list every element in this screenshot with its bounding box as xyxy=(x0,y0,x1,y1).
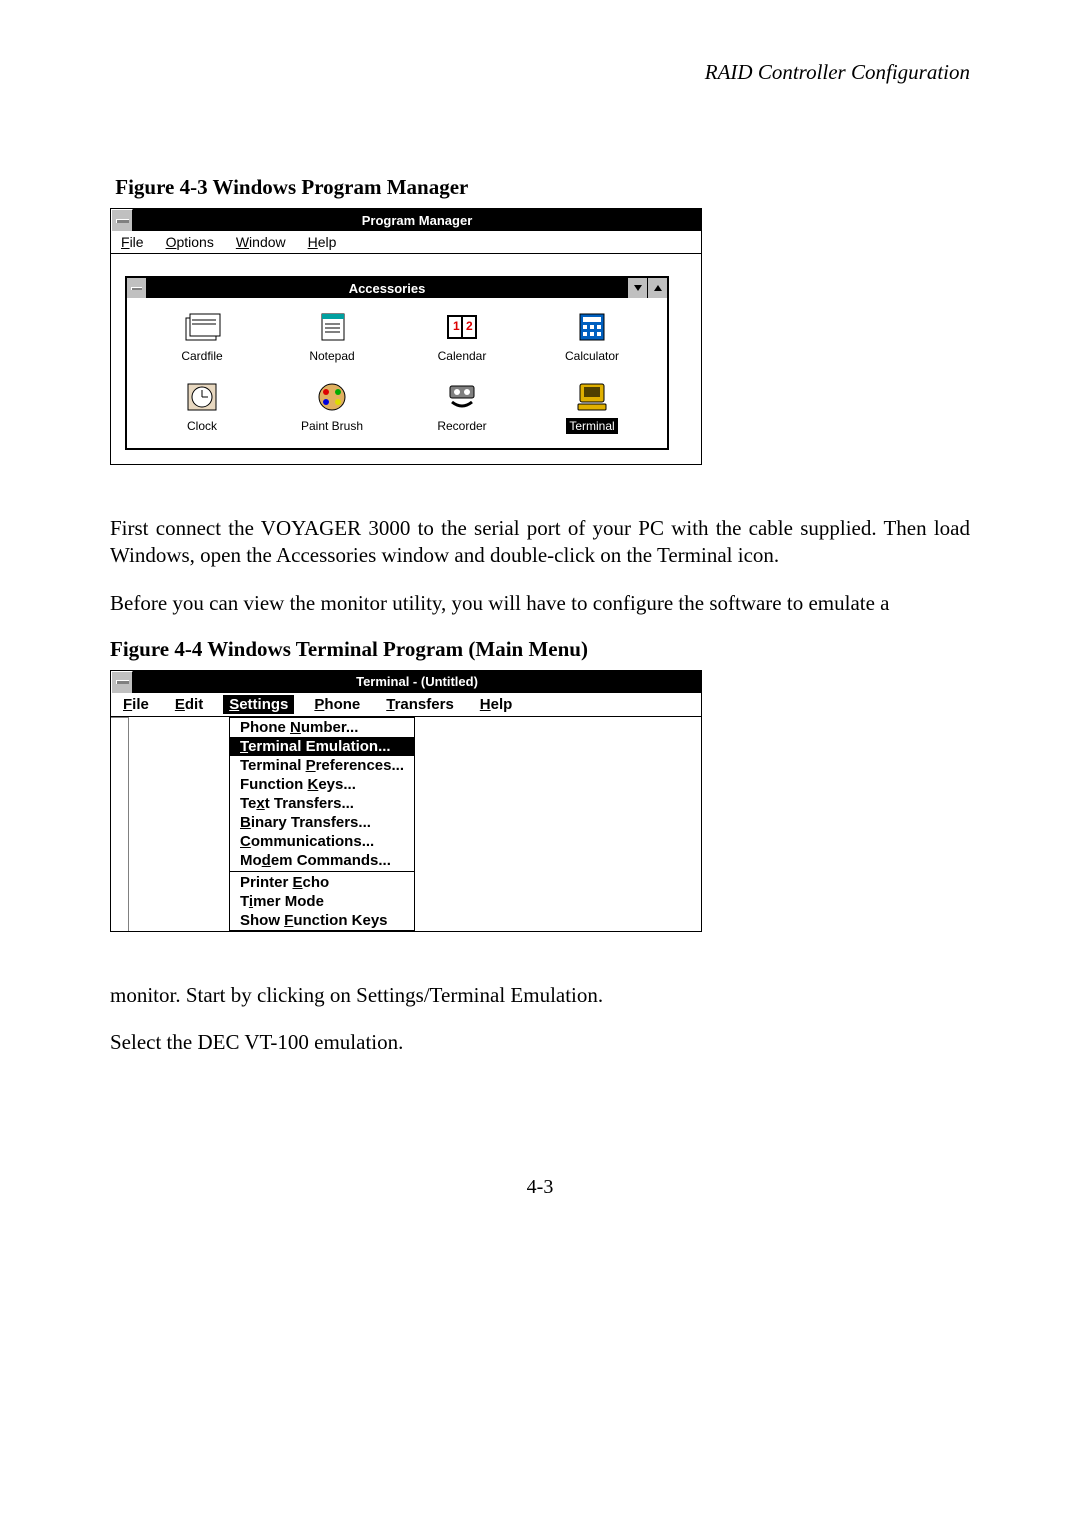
pm-system-menu-box[interactable] xyxy=(111,209,133,231)
clock-icon xyxy=(180,378,224,416)
paragraph-2: Before you can view the monitor utility,… xyxy=(110,590,970,617)
svg-text:1: 1 xyxy=(453,319,460,333)
acc-item-label: Clock xyxy=(184,418,220,434)
term-menu-file[interactable]: File xyxy=(117,695,155,714)
accessories-item-calendar[interactable]: 12 Calendar xyxy=(397,308,527,364)
settings-dropdown: Phone Number... Terminal Emulation... Te… xyxy=(229,717,415,931)
terminal-window: Terminal - (Untitled) File Edit Settings… xyxy=(110,670,702,932)
term-menu-phone[interactable]: Phone xyxy=(308,695,366,714)
dd-text-transfers[interactable]: Text Transfers... xyxy=(230,794,414,813)
pm-title: Program Manager xyxy=(133,213,701,228)
acc-title: Accessories xyxy=(147,281,627,296)
accessories-item-paint-brush[interactable]: Paint Brush xyxy=(267,378,397,434)
paint-brush-icon xyxy=(310,378,354,416)
calculator-icon xyxy=(570,308,614,346)
dd-show-function-keys[interactable]: Show Function Keys xyxy=(230,911,414,930)
accessories-item-cardfile[interactable]: Cardfile xyxy=(137,308,267,364)
pm-menu-options[interactable]: Options xyxy=(162,233,218,251)
notepad-icon xyxy=(310,308,354,346)
terminal-icon xyxy=(570,378,614,416)
program-manager-window: Program Manager File Options Window Help… xyxy=(110,208,702,465)
page-header-right: RAID Controller Configuration xyxy=(110,60,970,85)
dd-timer-mode[interactable]: Timer Mode xyxy=(230,892,414,911)
dd-modem-commands[interactable]: Modem Commands... xyxy=(230,851,414,870)
acc-item-label: Calendar xyxy=(435,348,490,364)
cardfile-icon xyxy=(180,308,224,346)
pm-menubar: File Options Window Help xyxy=(111,231,701,254)
acc-item-label: Paint Brush xyxy=(298,418,366,434)
acc-item-label: Recorder xyxy=(434,418,489,434)
dd-printer-echo[interactable]: Printer Echo xyxy=(230,873,414,892)
acc-item-label: Notepad xyxy=(306,348,357,364)
dd-phone-number[interactable]: Phone Number... xyxy=(230,718,414,737)
term-menu-edit[interactable]: Edit xyxy=(169,695,209,714)
term-menubar: File Edit Settings Phone Transfers Help xyxy=(111,693,701,717)
accessories-grid: Cardfile Notepad 12 Calen xyxy=(127,298,667,448)
pm-menu-help[interactable]: Help xyxy=(304,233,341,251)
paragraph-1: First connect the VOYAGER 3000 to the se… xyxy=(110,515,970,570)
term-system-menu-box[interactable] xyxy=(111,671,133,693)
acc-item-label: Calculator xyxy=(562,348,622,364)
figure1-caption: Figure 4-3 Windows Program Manager xyxy=(110,175,970,200)
paragraph-3: monitor. Start by clicking on Settings/T… xyxy=(110,982,970,1009)
calendar-icon: 12 xyxy=(440,308,484,346)
accessories-item-terminal[interactable]: Terminal xyxy=(527,378,657,434)
dd-terminal-emulation[interactable]: Terminal Emulation... xyxy=(230,737,414,756)
accessories-item-calculator[interactable]: Calculator xyxy=(527,308,657,364)
dd-communications[interactable]: Communications... xyxy=(230,832,414,851)
term-menu-help[interactable]: Help xyxy=(474,695,519,714)
accessories-item-recorder[interactable]: Recorder xyxy=(397,378,527,434)
triangle-up-icon xyxy=(653,283,663,293)
dd-function-keys[interactable]: Function Keys... xyxy=(230,775,414,794)
figure2-caption: Figure 4-4 Windows Terminal Program (Mai… xyxy=(110,637,970,662)
paragraph-4: Select the DEC VT-100 emulation. xyxy=(110,1029,970,1056)
term-titlebar: Terminal - (Untitled) xyxy=(111,671,701,693)
accessories-item-clock[interactable]: Clock xyxy=(137,378,267,434)
dd-terminal-preferences[interactable]: Terminal Preferences... xyxy=(230,756,414,775)
term-title: Terminal - (Untitled) xyxy=(133,674,701,689)
term-menu-settings[interactable]: Settings xyxy=(223,695,294,714)
pm-titlebar: Program Manager xyxy=(111,209,701,231)
pm-menu-window[interactable]: Window xyxy=(232,233,290,251)
acc-item-label: Cardfile xyxy=(178,348,225,364)
recorder-icon xyxy=(440,378,484,416)
accessories-item-notepad[interactable]: Notepad xyxy=(267,308,397,364)
acc-item-label: Terminal xyxy=(566,418,617,434)
acc-system-menu-box[interactable] xyxy=(127,278,147,298)
dd-separator xyxy=(230,871,414,872)
accessories-titlebar: Accessories xyxy=(127,278,667,298)
pm-menu-file[interactable]: File xyxy=(117,233,148,251)
triangle-down-icon xyxy=(633,283,643,293)
term-left-gutter xyxy=(111,717,129,931)
term-menu-transfers[interactable]: Transfers xyxy=(380,695,460,714)
dd-binary-transfers[interactable]: Binary Transfers... xyxy=(230,813,414,832)
page-number: 4-3 xyxy=(110,1176,970,1199)
svg-text:2: 2 xyxy=(466,319,473,333)
acc-maximize-button[interactable] xyxy=(647,278,667,298)
accessories-window: Accessories xyxy=(125,276,669,450)
acc-minimize-button[interactable] xyxy=(627,278,647,298)
